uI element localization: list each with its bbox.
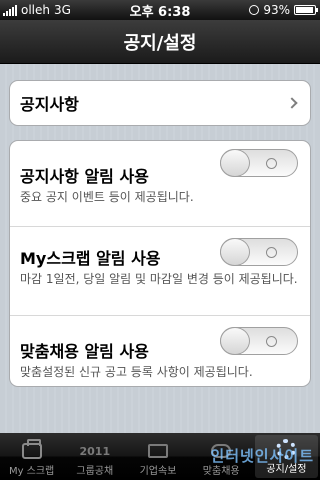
setting-row-notice-alert: 공지사항 알림 사용 중요 공지 이벤트 등이 제공됩니다. [10,141,310,227]
network-label: 3G [54,3,71,17]
toggle-knob [220,327,250,355]
setting-description: 중요 공지 이벤트 등이 제공됩니다. [20,190,194,204]
carrier-label: olleh [21,3,50,17]
scrap-box-icon [21,438,42,464]
page-title: 공지/설정 [123,32,197,54]
breaking-news-icon [148,438,168,464]
tab-bar: My 스크랩 2011 그룹공채 기업속보 맞춤채용 공지/설정 인터넷인사이트 [0,433,320,480]
off-indicator-icon [266,336,277,347]
custom-alert-toggle[interactable] [220,327,298,355]
tab-label: My 스크랩 [8,466,55,477]
tab-label: 맞춤채용 [202,466,240,477]
notice-group: 공지사항 [9,80,311,126]
scrap-alert-toggle[interactable] [220,238,298,266]
toggle-knob [220,149,250,177]
watermark-logo: 인터넷인사이트 [210,447,314,465]
notice-row[interactable]: 공지사항 [10,81,310,125]
setting-description: 맞춤설정된 신규 공고 등록 사항이 제공됩니다. [20,365,253,379]
status-time: 오후 6:38 [129,4,191,20]
setting-row-scrap-alert: My스크랩 알림 사용 마감 1일전, 당일 알림 및 마감일 변경 등이 제공… [10,227,310,316]
rotation-lock-icon [249,5,260,15]
tab-label: 기업속보 [139,466,177,477]
battery-percent: 93% [263,3,290,17]
setting-description: 마감 1일전, 당일 알림 및 마감일 변경 등이 제공됩니다. [20,272,298,286]
setting-row-custom-alert: 맞춤채용 알림 사용 맞춤설정된 신규 공고 등록 사항이 제공됩니다. [10,316,310,386]
notice-alert-toggle[interactable] [220,149,298,177]
status-right: 93% [210,3,320,17]
settings-group: 공지사항 알림 사용 중요 공지 이벤트 등이 제공됩니다. My스크랩 알림 … [9,140,311,387]
status-left: olleh 3G [0,3,110,17]
off-indicator-icon [266,247,277,258]
off-indicator-icon [266,158,277,169]
icon-text: 2011 [79,444,111,458]
signal-strength-icon [3,4,17,16]
battery-icon [294,5,318,15]
tab-group-hiring[interactable]: 2011 그룹공채 [63,433,126,480]
tab-company-news[interactable]: 기업속보 [126,433,189,480]
navigation-bar: 공지/설정 [0,20,320,64]
status-bar: olleh 3G 오후 6:38 93% [0,0,320,20]
notice-label: 공지사항 [20,95,79,114]
settings-content[interactable]: 공지사항 공지사항 알림 사용 중요 공지 이벤트 등이 제공됩니다. My스크… [0,64,320,433]
chevron-right-icon [286,97,298,109]
toggle-knob [220,238,250,266]
tab-my-scrap[interactable]: My 스크랩 [0,433,63,480]
calendar-2011-icon: 2011 [79,438,110,464]
tab-label: 그룹공채 [76,466,114,477]
